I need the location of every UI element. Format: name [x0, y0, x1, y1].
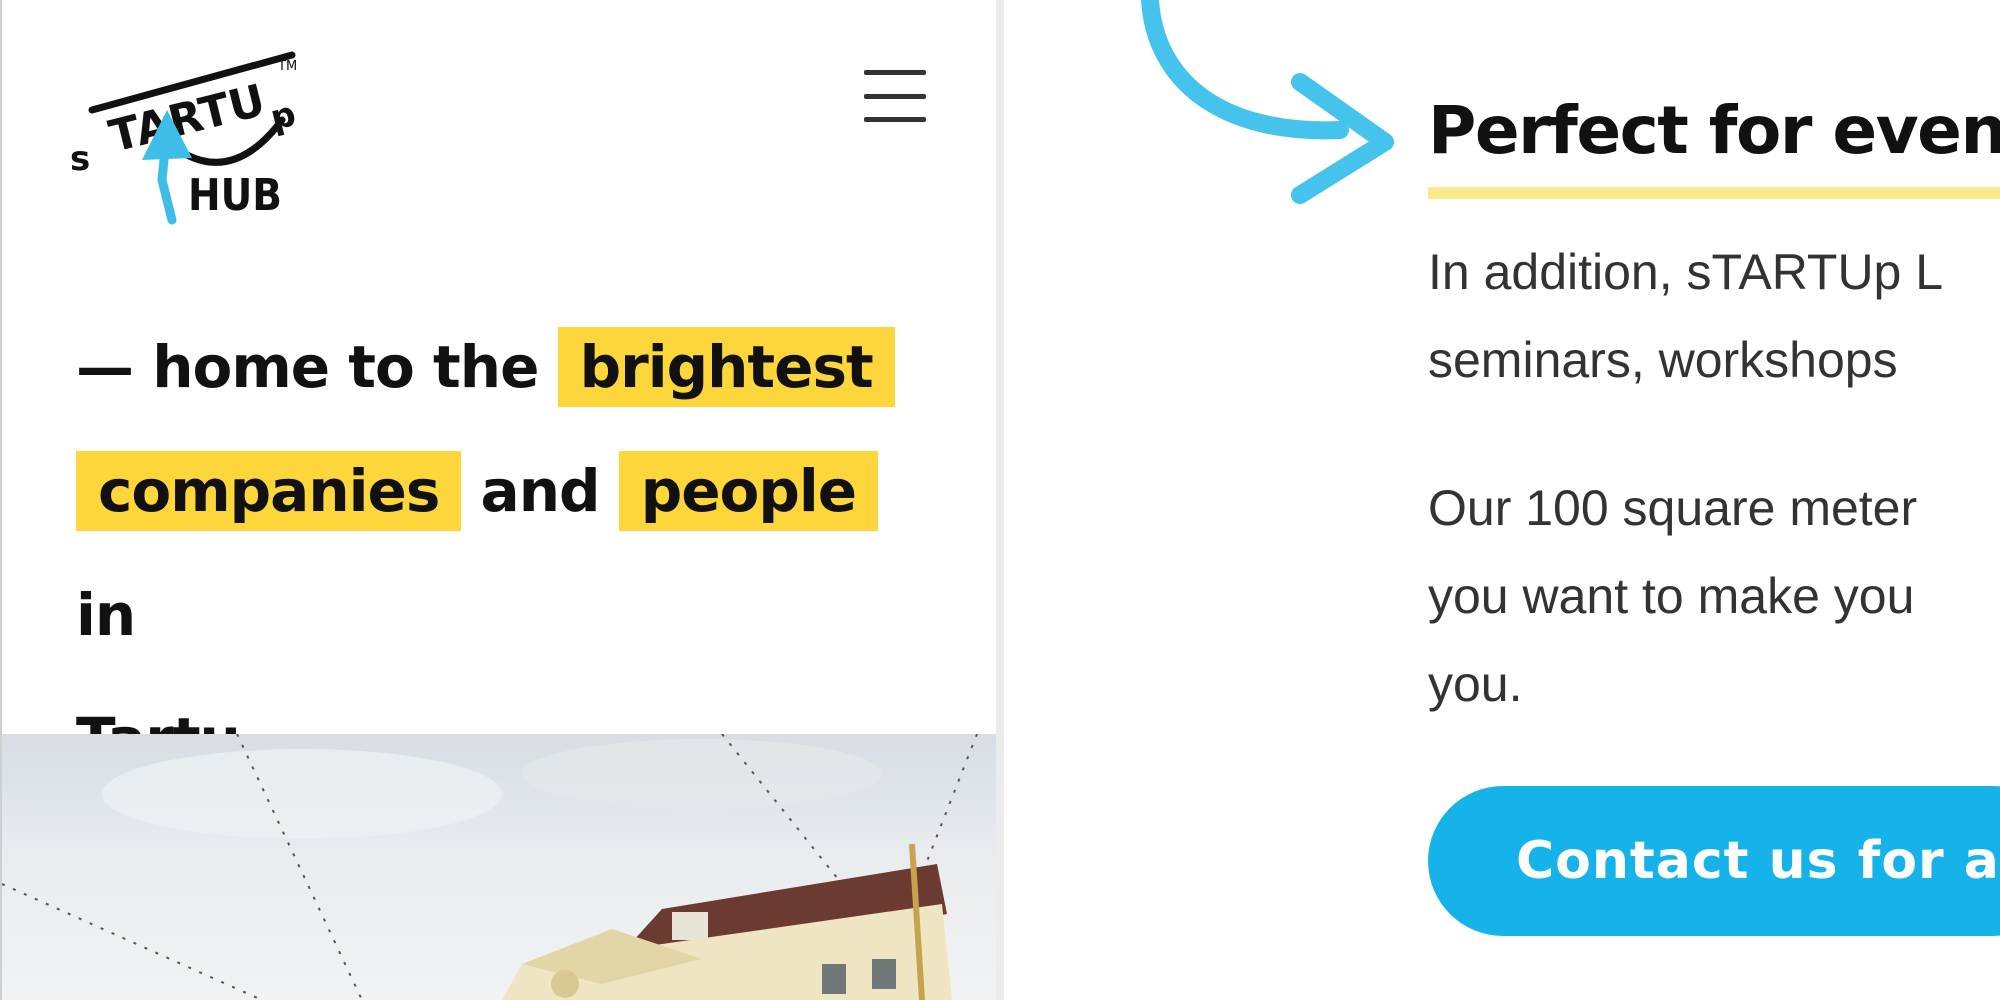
highlight-people: people [618, 451, 879, 531]
paragraph-line: seminars, workshops [1428, 332, 1898, 388]
hamburger-icon-bar [864, 117, 926, 122]
highlight-brightest: brightest [557, 327, 895, 407]
paragraph-line: In addition, sTARTUp L [1428, 244, 1944, 300]
events-paragraph-1: In addition, sTARTUp L seminars, worksho… [1428, 228, 1943, 404]
highlight-companies: companies [76, 451, 462, 531]
logo-graphic: s TARTU p TM HUB [70, 51, 300, 225]
paragraph-line: you want to make you [1428, 568, 1915, 624]
hamburger-icon-bar [864, 70, 926, 75]
hamburger-menu-button[interactable] [864, 70, 926, 122]
svg-text:TM: TM [277, 59, 297, 74]
building-photo [2, 734, 998, 1000]
paragraph-line: you. [1428, 656, 1523, 712]
section-title: Perfect for events [1428, 92, 2000, 169]
curved-arrow-graphic [1140, 0, 1400, 210]
events-paragraph-2: Our 100 square meter you want to make yo… [1428, 464, 1917, 728]
headline-lead: — home to the [76, 333, 558, 401]
hero-headline: — home to the brightest companies and peo… [76, 305, 956, 801]
startup-hub-logo[interactable]: s TARTU p TM HUB [52, 40, 312, 240]
paragraph-line: Our 100 square meter [1428, 480, 1918, 536]
title-underline [1428, 187, 2000, 199]
mobile-preview-panel: s TARTU p TM HUB — home to the brightest… [0, 0, 998, 1000]
svg-text:HUB: HUB [188, 170, 282, 221]
headline-mid: and [461, 457, 619, 525]
panel-divider [996, 0, 1004, 1000]
contact-cta-button[interactable]: Contact us for an [1428, 786, 2000, 936]
svg-text:s: s [70, 139, 90, 179]
hamburger-icon-bar [864, 93, 926, 99]
headline-tail: in [76, 581, 136, 649]
